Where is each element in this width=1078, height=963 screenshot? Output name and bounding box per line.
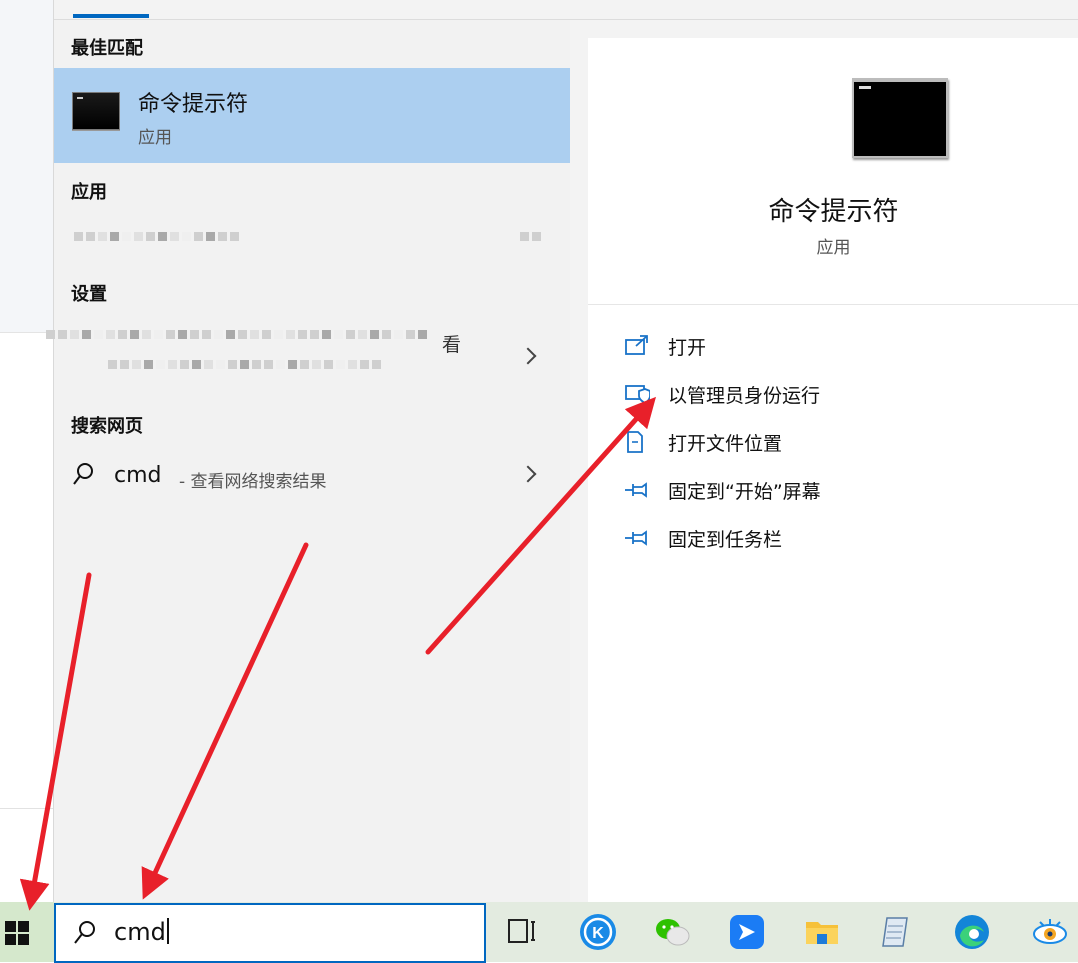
file-explorer-icon[interactable] (802, 912, 842, 952)
svg-text:K: K (592, 925, 604, 942)
taskbar-search-box[interactable]: cmd (54, 903, 486, 963)
pin-icon (625, 530, 647, 546)
notepad-icon[interactable] (877, 912, 917, 952)
preview-header: 命令提示符 应用 (588, 38, 1078, 304)
action-open-file-location[interactable]: 打开文件位置 (624, 426, 782, 458)
search-icon (73, 463, 93, 485)
desktop-window-edge (0, 0, 53, 333)
file-location-icon (627, 431, 643, 453)
search-input-value: cmd (114, 918, 166, 946)
desktop-divider (0, 808, 53, 809)
settings-chevron-right-icon (519, 347, 537, 365)
kugou-icon[interactable]: K (578, 912, 618, 952)
web-search-description: - 查看网络搜索结果 (179, 472, 327, 492)
web-chevron-right-icon (519, 465, 537, 483)
action-run-as-admin[interactable]: 以管理员身份运行 (624, 378, 820, 410)
command-prompt-large-icon (852, 78, 948, 158)
web-search-query: cmd (114, 463, 162, 488)
best-match-title: 命令提示符 (138, 92, 249, 117)
feishu-icon[interactable] (727, 912, 767, 952)
text-caret (166, 918, 169, 944)
action-pin-to-taskbar[interactable]: 固定到任务栏 (624, 522, 782, 554)
blurred-app-meta (520, 232, 541, 241)
best-match-header: 最佳匹配 (71, 38, 143, 59)
search-input-text[interactable]: cmd (114, 918, 169, 946)
search-icon (74, 921, 95, 944)
pin-icon (625, 482, 647, 498)
action-open[interactable]: 打开 (624, 330, 706, 362)
taskbar: cmd K (0, 902, 1078, 963)
settings-header: 设置 (71, 284, 107, 305)
desktop-background (0, 0, 53, 902)
settings-item-partial-text: 看 (442, 334, 462, 356)
active-tab-indicator[interactable] (73, 14, 149, 18)
preview-pane: 命令提示符 应用 打开 以管理员身份运行 打开文件位置 固定到“开始”屏幕 固定… (588, 38, 1078, 902)
action-label: 固定到任务栏 (668, 528, 783, 551)
search-results-list: 最佳匹配 命令提示符 应用 应用 设置 看 搜索网页 cmd - 查看网络搜索结… (46, 20, 570, 902)
blurred-settings-item[interactable]: 看 (46, 320, 570, 390)
windows-start-icon (5, 921, 29, 945)
command-prompt-icon (72, 92, 120, 130)
edge-icon[interactable] (952, 912, 992, 952)
action-label: 打开文件位置 (668, 432, 783, 455)
apps-header: 应用 (71, 182, 107, 203)
task-view-icon[interactable] (502, 912, 542, 952)
best-match-item[interactable]: 命令提示符 应用 (54, 68, 570, 163)
shield-admin-icon (625, 385, 650, 405)
preview-title: 命令提示符 (768, 197, 899, 227)
wechat-icon[interactable] (652, 912, 692, 952)
search-web-header: 搜索网页 (71, 416, 143, 437)
eye-app-icon[interactable] (1030, 912, 1070, 952)
search-tab-bar (54, 0, 1078, 20)
best-match-subtitle: 应用 (138, 128, 172, 148)
search-panel: 最佳匹配 命令提示符 应用 应用 设置 看 搜索网页 cmd - 查看网络搜索结… (46, 0, 1078, 902)
preview-divider (588, 304, 1078, 305)
web-search-item[interactable]: cmd - 查看网络搜索结果 (54, 450, 570, 500)
blurred-app-item[interactable] (74, 232, 239, 241)
action-label: 以管理员身份运行 (668, 384, 821, 407)
action-label: 打开 (668, 336, 707, 359)
action-pin-to-start[interactable]: 固定到“开始”屏幕 (624, 474, 821, 506)
start-button[interactable] (0, 902, 54, 962)
open-icon (625, 335, 648, 355)
action-label: 固定到“开始”屏幕 (668, 480, 821, 503)
preview-subtitle: 应用 (816, 238, 851, 258)
